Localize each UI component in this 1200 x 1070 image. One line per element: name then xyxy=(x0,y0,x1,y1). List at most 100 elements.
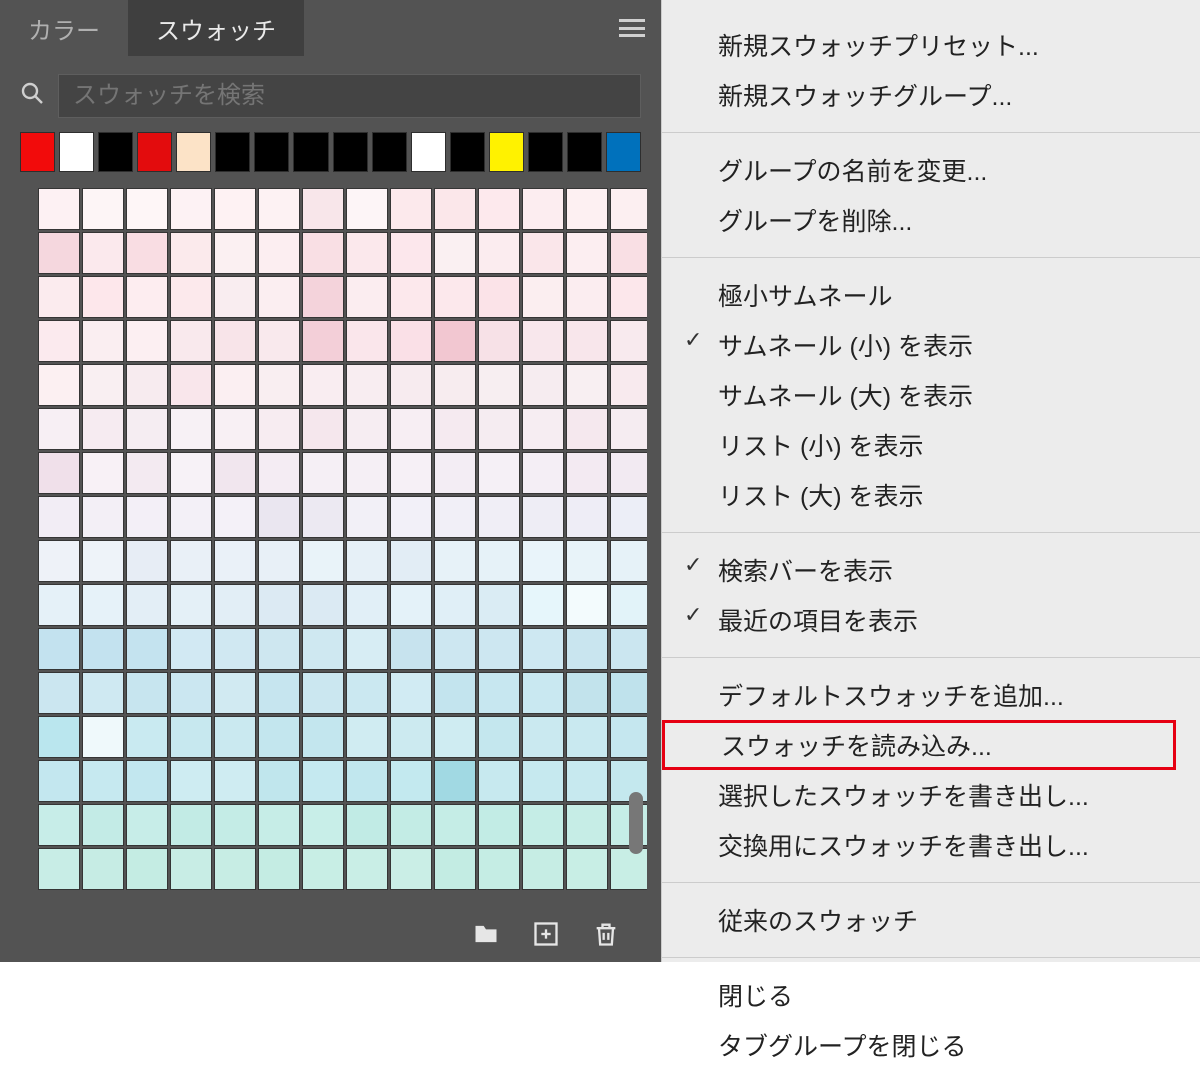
swatch[interactable] xyxy=(38,232,80,274)
new-swatch-icon[interactable] xyxy=(531,920,561,948)
swatch[interactable] xyxy=(302,232,344,274)
menu-delete-group[interactable]: グループを削除... xyxy=(662,195,1176,245)
swatch[interactable] xyxy=(566,760,608,802)
swatch[interactable] xyxy=(302,848,344,890)
swatch[interactable] xyxy=(302,716,344,758)
tab-swatches[interactable]: スウォッチ xyxy=(128,0,304,56)
panel-menu-icon[interactable] xyxy=(619,19,645,37)
swatch[interactable] xyxy=(346,320,388,362)
swatch[interactable] xyxy=(522,408,564,450)
swatch[interactable] xyxy=(126,276,168,318)
swatch[interactable] xyxy=(346,232,388,274)
swatch[interactable] xyxy=(38,672,80,714)
swatch[interactable] xyxy=(478,496,520,538)
swatch[interactable] xyxy=(390,672,432,714)
swatch[interactable] xyxy=(390,188,432,230)
recent-color[interactable] xyxy=(293,132,328,172)
swatch[interactable] xyxy=(346,408,388,450)
menu-export-selected[interactable]: 選択したスウォッチを書き出し... xyxy=(662,770,1176,820)
swatch[interactable] xyxy=(478,628,520,670)
swatch[interactable] xyxy=(566,452,608,494)
swatch[interactable] xyxy=(346,848,388,890)
swatch[interactable] xyxy=(610,452,647,494)
menu-view-tiny[interactable]: 極小サムネール xyxy=(662,270,1176,320)
swatch[interactable] xyxy=(302,540,344,582)
swatch[interactable] xyxy=(302,584,344,626)
swatch[interactable] xyxy=(346,584,388,626)
menu-show-recent[interactable]: 最近の項目を表示 xyxy=(662,595,1176,645)
swatch[interactable] xyxy=(170,408,212,450)
swatch[interactable] xyxy=(434,584,476,626)
swatch[interactable] xyxy=(478,540,520,582)
swatch[interactable] xyxy=(302,320,344,362)
swatch[interactable] xyxy=(38,716,80,758)
swatch[interactable] xyxy=(126,716,168,758)
swatch[interactable] xyxy=(38,584,80,626)
recent-color[interactable] xyxy=(450,132,485,172)
swatch[interactable] xyxy=(258,232,300,274)
recent-color[interactable] xyxy=(137,132,172,172)
swatch[interactable] xyxy=(434,320,476,362)
swatch[interactable] xyxy=(522,364,564,406)
swatch[interactable] xyxy=(214,672,256,714)
swatch[interactable] xyxy=(126,452,168,494)
menu-new-preset[interactable]: 新規スウォッチプリセット... xyxy=(662,20,1176,70)
swatch[interactable] xyxy=(522,232,564,274)
swatch[interactable] xyxy=(302,804,344,846)
recent-color[interactable] xyxy=(528,132,563,172)
swatch[interactable] xyxy=(258,628,300,670)
swatch[interactable] xyxy=(522,760,564,802)
swatch[interactable] xyxy=(478,672,520,714)
swatch[interactable] xyxy=(126,804,168,846)
swatch[interactable] xyxy=(258,452,300,494)
swatch[interactable] xyxy=(82,584,124,626)
swatch[interactable] xyxy=(302,452,344,494)
swatch[interactable] xyxy=(566,540,608,582)
swatch[interactable] xyxy=(302,628,344,670)
swatch[interactable] xyxy=(478,188,520,230)
swatch[interactable] xyxy=(346,760,388,802)
swatch[interactable] xyxy=(214,408,256,450)
swatch[interactable] xyxy=(38,320,80,362)
swatch[interactable] xyxy=(346,452,388,494)
swatch[interactable] xyxy=(390,276,432,318)
swatch[interactable] xyxy=(82,804,124,846)
swatch[interactable] xyxy=(390,628,432,670)
swatch[interactable] xyxy=(258,760,300,802)
swatch[interactable] xyxy=(258,716,300,758)
swatch[interactable] xyxy=(610,276,647,318)
swatch[interactable] xyxy=(258,584,300,626)
recent-color[interactable] xyxy=(176,132,211,172)
swatch[interactable] xyxy=(434,672,476,714)
swatch[interactable] xyxy=(566,672,608,714)
swatch[interactable] xyxy=(82,364,124,406)
swatch[interactable] xyxy=(610,232,647,274)
swatch[interactable] xyxy=(390,496,432,538)
recent-color[interactable] xyxy=(489,132,524,172)
swatch[interactable] xyxy=(566,716,608,758)
swatch[interactable] xyxy=(434,188,476,230)
swatch[interactable] xyxy=(38,408,80,450)
swatch[interactable] xyxy=(434,628,476,670)
swatch[interactable] xyxy=(126,496,168,538)
swatch[interactable] xyxy=(214,804,256,846)
swatch[interactable] xyxy=(566,320,608,362)
swatch[interactable] xyxy=(82,276,124,318)
swatch[interactable] xyxy=(170,672,212,714)
swatch[interactable] xyxy=(478,716,520,758)
swatch[interactable] xyxy=(566,848,608,890)
recent-color[interactable] xyxy=(333,132,368,172)
swatch[interactable] xyxy=(566,804,608,846)
swatch[interactable] xyxy=(390,804,432,846)
swatch[interactable] xyxy=(478,848,520,890)
swatch[interactable] xyxy=(478,452,520,494)
swatch[interactable] xyxy=(346,672,388,714)
swatch[interactable] xyxy=(522,452,564,494)
swatch[interactable] xyxy=(170,848,212,890)
swatch[interactable] xyxy=(390,408,432,450)
swatch[interactable] xyxy=(478,232,520,274)
swatch[interactable] xyxy=(258,188,300,230)
swatch[interactable] xyxy=(214,584,256,626)
swatch[interactable] xyxy=(82,672,124,714)
swatch[interactable] xyxy=(434,540,476,582)
